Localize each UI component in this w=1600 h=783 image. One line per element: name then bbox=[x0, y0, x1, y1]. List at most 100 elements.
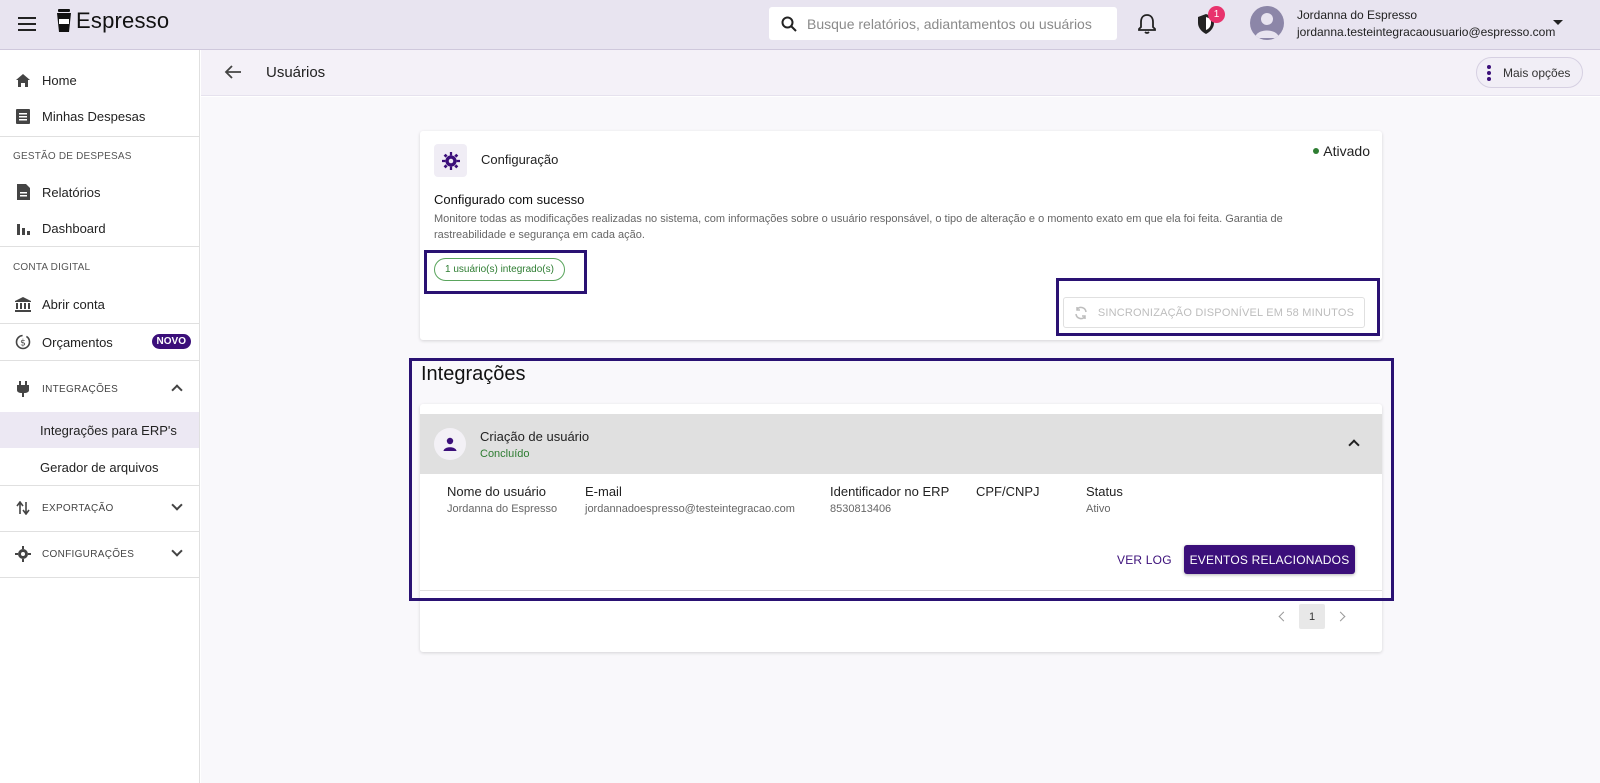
gear-icon bbox=[434, 144, 467, 177]
sidebar-item-dashboard[interactable]: Dashboard bbox=[0, 210, 199, 246]
config-card: Configuração Ativado Configurado com suc… bbox=[420, 131, 1382, 340]
divider bbox=[0, 531, 199, 532]
integration-fields: Nome do usuário Jordanna do Espresso E-m… bbox=[420, 484, 1382, 524]
sidebar-item-label: Minhas Despesas bbox=[42, 108, 146, 124]
chevron-left-icon[interactable] bbox=[1278, 611, 1289, 622]
sidebar-item-label: Abrir conta bbox=[42, 296, 105, 312]
accordion-header[interactable]: Criação de usuário Concluído bbox=[420, 414, 1382, 474]
eventos-relacionados-button[interactable]: EVENTOS RELACIONADOS bbox=[1184, 545, 1355, 574]
plug-icon bbox=[14, 380, 32, 398]
gear-icon bbox=[14, 545, 32, 563]
sidebar-item-orcamentos[interactable]: $ Orçamentos NOVO bbox=[0, 324, 199, 360]
pagination: 1 bbox=[1278, 604, 1346, 629]
page-header: Usuários Mais opções bbox=[201, 50, 1600, 96]
config-title: Configuração bbox=[481, 152, 559, 167]
bar-chart-icon bbox=[14, 219, 32, 237]
sync-button[interactable]: SINCRONIZAÇÃO DISPONÍVEL EM 58 MINUTOS bbox=[1063, 297, 1365, 328]
field-identificador: Identificador no ERP 8530813406 bbox=[830, 484, 949, 515]
sync-icon bbox=[1075, 306, 1087, 319]
user-email: jordanna.testeintegracaousuario@espresso… bbox=[1297, 25, 1556, 39]
menu-icon[interactable] bbox=[16, 13, 38, 35]
list-icon bbox=[14, 107, 32, 125]
sidebar-item-label: Relatórios bbox=[42, 184, 101, 200]
field-value: Ativo bbox=[1086, 503, 1111, 515]
currency-sync-icon: $ bbox=[14, 333, 32, 351]
field-label: Identificador no ERP bbox=[830, 484, 950, 499]
config-description: Monitore todas as modificações realizada… bbox=[434, 213, 1283, 241]
status-label: Ativado bbox=[1323, 143, 1370, 159]
ver-log-button[interactable]: VER LOG bbox=[1117, 553, 1172, 567]
field-value: jordannadoespresso@testeintegracao.com bbox=[585, 503, 795, 515]
chevron-right-icon[interactable] bbox=[1335, 611, 1346, 622]
swap-vertical-icon bbox=[14, 499, 32, 517]
chevron-down-icon bbox=[171, 545, 183, 557]
top-bar: Espresso 1 Jordanna do Espresso jordanna… bbox=[0, 0, 1600, 50]
back-arrow-icon[interactable] bbox=[224, 64, 242, 85]
sidebar-item-relatorios[interactable]: Relatórios bbox=[0, 174, 199, 210]
avatar[interactable] bbox=[1250, 6, 1284, 40]
caret-down-icon[interactable] bbox=[1553, 20, 1563, 25]
search-icon bbox=[781, 16, 797, 32]
chevron-up-icon[interactable] bbox=[1348, 439, 1360, 451]
home-icon bbox=[14, 71, 32, 89]
sidebar-group-exportacao[interactable]: EXPORTAÇÃO bbox=[0, 490, 199, 526]
integrated-users-chip: 1 usuário(s) integrado(s) bbox=[434, 258, 565, 281]
more-vertical-icon bbox=[1487, 63, 1491, 83]
search-bar[interactable] bbox=[769, 7, 1117, 40]
field-value: 8530813406 bbox=[830, 503, 892, 515]
divider bbox=[0, 360, 199, 361]
sidebar-group-label: CONFIGURAÇÕES bbox=[42, 548, 135, 560]
bell-icon[interactable] bbox=[1137, 13, 1157, 40]
section-conta: CONTA DIGITAL bbox=[13, 262, 91, 273]
sidebar-item-label: Dashboard bbox=[42, 220, 106, 236]
integrations-heading: Integrações bbox=[421, 363, 526, 385]
integration-title: Criação de usuário bbox=[480, 429, 590, 444]
sidebar-item-label: Gerador de arquivos bbox=[40, 459, 159, 475]
field-label: E-mail bbox=[585, 484, 622, 499]
field-status: Status Ativo bbox=[1086, 484, 1123, 515]
sidebar-item-gerador-arquivos[interactable]: Gerador de arquivos bbox=[0, 449, 199, 485]
sync-button-label: SINCRONIZAÇÃO DISPONÍVEL EM 58 MINUTOS bbox=[1097, 306, 1355, 319]
search-input[interactable] bbox=[807, 15, 1107, 32]
coffee-cup-icon bbox=[57, 9, 71, 32]
sidebar-item-label: Integrações para ERP's bbox=[40, 422, 177, 438]
sidebar-item-minhas-despesas[interactable]: Minhas Despesas bbox=[0, 98, 199, 134]
field-cpf-cnpj: CPF/CNPJ bbox=[976, 484, 1040, 503]
sidebar-item-label: Home bbox=[42, 72, 77, 88]
section-gestao: GESTÃO DE DESPESAS bbox=[13, 151, 132, 162]
user-info[interactable]: Jordanna do Espresso jordanna.testeinteg… bbox=[1297, 7, 1555, 41]
user-name: Jordanna do Espresso bbox=[1297, 8, 1418, 22]
divider bbox=[0, 246, 199, 247]
integration-status: Concluído bbox=[480, 448, 530, 460]
field-label: CPF/CNPJ bbox=[976, 484, 1040, 499]
chevron-up-icon bbox=[171, 384, 183, 396]
sidebar-group-integracoes[interactable]: INTEGRAÇÕES bbox=[0, 371, 199, 407]
page-title: Usuários bbox=[266, 64, 326, 81]
divider bbox=[420, 590, 1382, 591]
sidebar-item-label: Orçamentos bbox=[42, 334, 113, 350]
bank-icon bbox=[14, 295, 32, 313]
svg-text:$: $ bbox=[20, 339, 26, 349]
sidebar: Home Minhas Despesas GESTÃO DE DESPESAS … bbox=[0, 50, 200, 783]
sidebar-group-label: INTEGRAÇÕES bbox=[42, 383, 119, 395]
more-options-button[interactable]: Mais opções bbox=[1476, 57, 1583, 88]
page-number[interactable]: 1 bbox=[1299, 604, 1325, 629]
new-badge: NOVO bbox=[151, 334, 191, 349]
sidebar-item-home[interactable]: Home bbox=[0, 62, 199, 98]
field-email: E-mail jordannadoespresso@testeintegraca… bbox=[585, 484, 795, 515]
more-options-label: Mais opções bbox=[1503, 65, 1571, 80]
app-name: Espresso bbox=[76, 8, 170, 33]
sidebar-item-abrir-conta[interactable]: Abrir conta bbox=[0, 286, 199, 322]
status-indicator: Ativado bbox=[1313, 143, 1370, 159]
notification-badge: 1 bbox=[1208, 6, 1225, 23]
divider bbox=[0, 485, 199, 486]
person-icon bbox=[434, 428, 466, 460]
sidebar-group-configuracoes[interactable]: CONFIGURAÇÕES bbox=[0, 536, 199, 572]
divider bbox=[0, 577, 199, 578]
success-title: Configurado com sucesso bbox=[434, 192, 585, 207]
app-logo[interactable]: Espresso bbox=[56, 8, 169, 34]
sidebar-item-integracoes-erp[interactable]: Integrações para ERP's bbox=[0, 412, 199, 448]
field-value: Jordanna do Espresso bbox=[447, 503, 558, 515]
field-nome: Nome do usuário Jordanna do Espresso bbox=[447, 484, 557, 515]
field-label: Status bbox=[1086, 484, 1123, 499]
